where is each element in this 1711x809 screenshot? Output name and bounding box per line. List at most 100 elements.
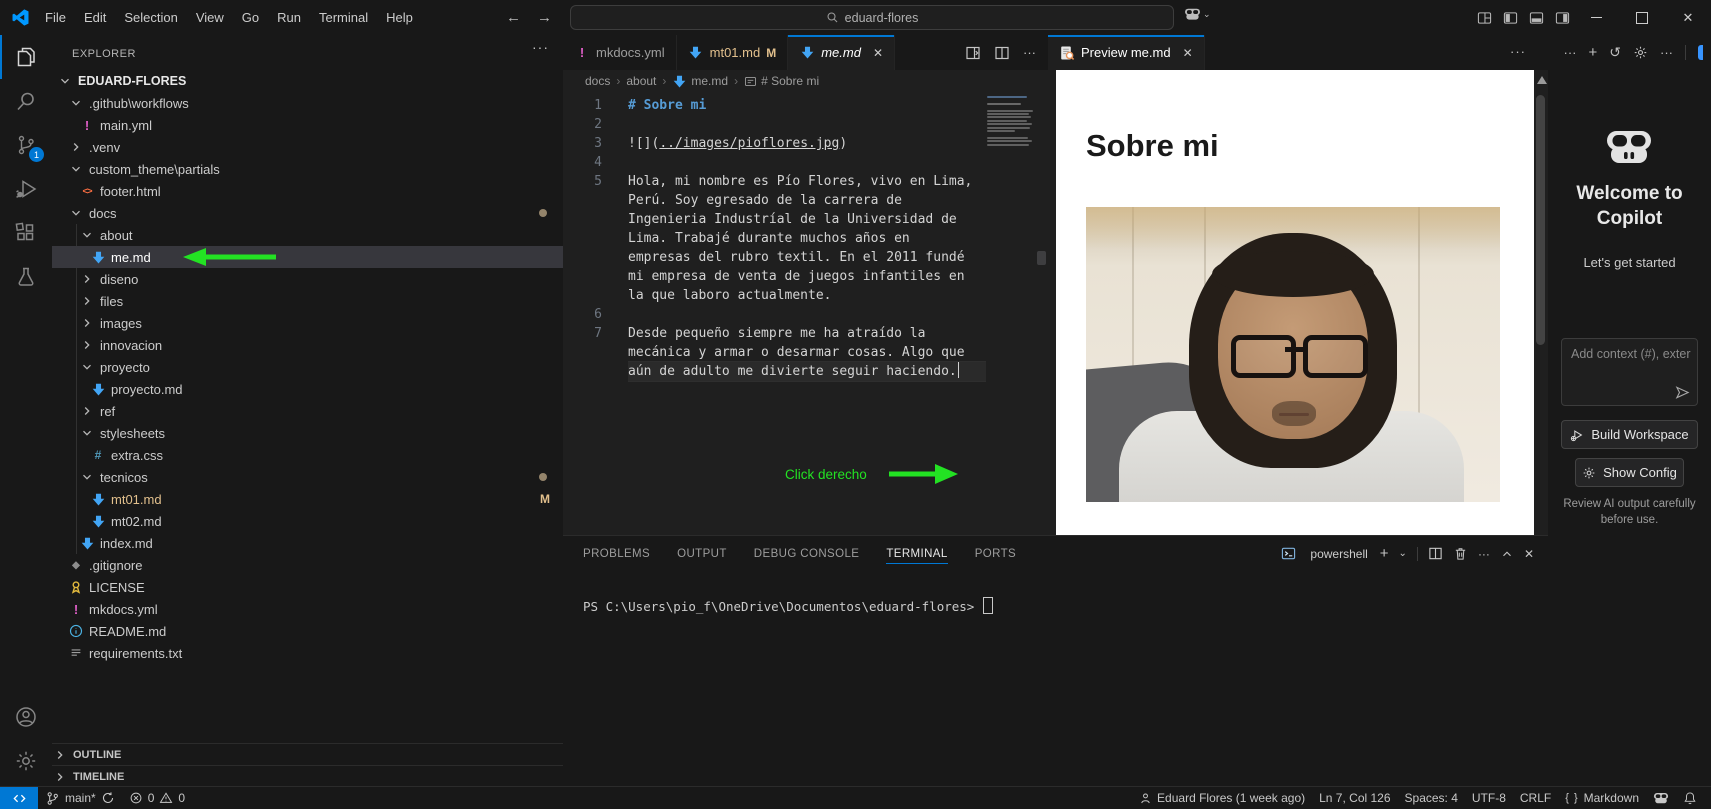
split-editor-icon[interactable]	[994, 45, 1010, 61]
menu-item-go[interactable]: Go	[233, 10, 268, 25]
menu-item-selection[interactable]: Selection	[115, 10, 186, 25]
code-editor[interactable]: 1# Sobre mi23![](../images/pioflores.jpg…	[563, 92, 1048, 381]
activity-extensions-icon[interactable]	[0, 211, 52, 255]
menu-item-view[interactable]: View	[187, 10, 233, 25]
close-button[interactable]: ✕	[1665, 0, 1711, 35]
panel-tab-debug-console[interactable]: DEBUG CONSOLE	[754, 536, 860, 571]
tree-item-readme-md[interactable]: README.md	[52, 620, 563, 642]
more-icon[interactable]: ···	[1564, 45, 1577, 60]
back-icon[interactable]: ←	[506, 9, 521, 26]
new-terminal-icon[interactable]: +	[1380, 545, 1389, 562]
breadcrumb-about[interactable]: about	[626, 74, 656, 88]
tree-item-footer-html[interactable]: <>footer.html	[52, 180, 563, 202]
sash-handle[interactable]	[1037, 251, 1046, 265]
tree-item-mt01-md[interactable]: mt01.mdM	[52, 488, 563, 510]
shell-label[interactable]: powershell	[1310, 547, 1367, 561]
breadcrumb-docs[interactable]: docs	[585, 74, 610, 88]
customize-layout-icon[interactable]	[1477, 11, 1492, 25]
terminal-dropdown-icon[interactable]: ⌄	[1399, 548, 1407, 559]
scroll-up-icon[interactable]	[1537, 76, 1547, 84]
split-terminal-icon[interactable]	[1428, 546, 1443, 561]
tree-item-gitignore[interactable]: ◆.gitignore	[52, 554, 563, 576]
indentation-status[interactable]: Spaces: 4	[1398, 787, 1465, 809]
tree-item-mt02-md[interactable]: mt02.md	[52, 510, 563, 532]
tree-item-license[interactable]: LICENSE	[52, 576, 563, 598]
tree-item-index-md[interactable]: index.md	[52, 532, 563, 554]
toggle-panel-icon[interactable]	[1529, 11, 1544, 25]
tree-item-docs[interactable]: docs	[52, 202, 563, 224]
more-actions-icon[interactable]: ···	[1023, 45, 1036, 60]
tree-item-proyecto[interactable]: proyecto	[52, 356, 563, 378]
minimize-button[interactable]	[1573, 0, 1619, 35]
new-chat-icon[interactable]: +	[1589, 44, 1598, 61]
explorer-more-actions-icon[interactable]: ···	[532, 39, 549, 55]
activity-explorer-icon[interactable]	[0, 35, 52, 79]
remote-indicator[interactable]	[0, 787, 38, 809]
tree-item-files[interactable]: files	[52, 290, 563, 312]
cursor-position-status[interactable]: Ln 7, Col 126	[1312, 787, 1397, 809]
command-center-search[interactable]: eduard-flores	[570, 5, 1174, 30]
activity-source-control-icon[interactable]: 1	[0, 123, 52, 167]
menu-item-help[interactable]: Help	[377, 10, 422, 25]
tree-root-eduard-flores[interactable]: EDUARD-FLORES	[52, 70, 563, 92]
tree-item-me-md[interactable]: me.md	[52, 246, 563, 268]
tab-mkdocs-yml[interactable]: !mkdocs.yml	[563, 35, 677, 70]
close-panel-icon[interactable]: ✕	[1524, 547, 1534, 561]
panel-tab-output[interactable]: OUTPUT	[677, 536, 727, 571]
forward-icon[interactable]: →	[537, 9, 552, 26]
eol-status[interactable]: CRLF	[1513, 787, 1558, 809]
breadcrumb-sobre-mi[interactable]: # Sobre mi	[744, 74, 819, 88]
tree-item-about[interactable]: about	[52, 224, 563, 246]
panel-tab-terminal[interactable]: TERMINAL	[886, 536, 947, 571]
tree-item-github-workflows[interactable]: .github\workflows	[52, 92, 563, 114]
notifications-bell-icon[interactable]	[1676, 787, 1704, 809]
tab-me-md[interactable]: me.md✕	[788, 35, 895, 70]
git-branch-status[interactable]: main*	[38, 787, 122, 809]
terminal[interactable]: PS C:\Users\pio_f\OneDrive\Documentos\ed…	[563, 571, 1548, 614]
tree-item-diseno[interactable]: diseno	[52, 268, 563, 290]
copilot-status-icon[interactable]	[1646, 787, 1676, 809]
preview-more-actions-icon[interactable]: ···	[1510, 44, 1526, 59]
kill-terminal-icon[interactable]	[1453, 546, 1468, 561]
account-icon[interactable]	[0, 695, 52, 739]
menu-item-edit[interactable]: Edit	[75, 10, 115, 25]
chat-input[interactable]: Add context (#), exter	[1561, 338, 1698, 406]
open-preview-side-icon[interactable]	[965, 45, 981, 61]
tree-item-stylesheets[interactable]: stylesheets	[52, 422, 563, 444]
tree-item-requirements-txt[interactable]: requirements.txt	[52, 642, 563, 664]
timeline-section[interactable]: TIMELINE	[52, 765, 563, 787]
breadcrumb-me-md[interactable]: me.md	[672, 74, 728, 89]
panel-tab-problems[interactable]: PROBLEMS	[583, 536, 650, 571]
tree-item-proyecto-md[interactable]: proyecto.md	[52, 378, 563, 400]
tab-mt01-md[interactable]: mt01.mdM	[677, 35, 789, 70]
show-config-button[interactable]: Show Config	[1575, 458, 1684, 487]
settings-gear-icon[interactable]	[1633, 45, 1648, 60]
preview-scrollbar[interactable]	[1536, 95, 1545, 345]
language-mode-status[interactable]: { }Markdown	[1558, 787, 1646, 809]
copilot-menu-button[interactable]: ⌄	[1184, 8, 1211, 21]
activity-run-and-debug-icon[interactable]	[0, 167, 52, 211]
build-workspace-button[interactable]: Build Workspace	[1561, 420, 1698, 449]
activity-testing-icon[interactable]	[0, 255, 52, 299]
manage-gear-icon[interactable]	[0, 739, 52, 783]
tree-item-extra-css[interactable]: #extra.css	[52, 444, 563, 466]
toggle-secondary-sidebar-icon[interactable]	[1555, 11, 1570, 25]
outline-section[interactable]: OUTLINE	[52, 743, 563, 766]
encoding-status[interactable]: UTF-8	[1465, 787, 1513, 809]
menu-item-file[interactable]: File	[36, 10, 75, 25]
minimap[interactable]	[987, 96, 1043, 196]
tree-item-mkdocs-yml[interactable]: !mkdocs.yml	[52, 598, 563, 620]
tree-item-ref[interactable]: ref	[52, 400, 563, 422]
maximize-button[interactable]	[1619, 0, 1665, 35]
close-icon[interactable]: ✕	[873, 46, 883, 60]
problems-status[interactable]: 0 0	[122, 787, 192, 809]
tab-preview-me-md[interactable]: Preview me.md ✕	[1048, 35, 1205, 70]
git-blame-status[interactable]: Eduard Flores (1 week ago)	[1132, 787, 1312, 809]
activity-search-icon[interactable]	[0, 79, 52, 123]
send-icon[interactable]	[1675, 385, 1690, 400]
toggle-sidebar-icon[interactable]	[1503, 11, 1518, 25]
maximize-panel-icon[interactable]	[1500, 547, 1514, 561]
tree-item-venv[interactable]: .venv	[52, 136, 563, 158]
tree-item-custom-theme-partials[interactable]: custom_theme\partials	[52, 158, 563, 180]
close-icon[interactable]: ✕	[1183, 46, 1193, 60]
